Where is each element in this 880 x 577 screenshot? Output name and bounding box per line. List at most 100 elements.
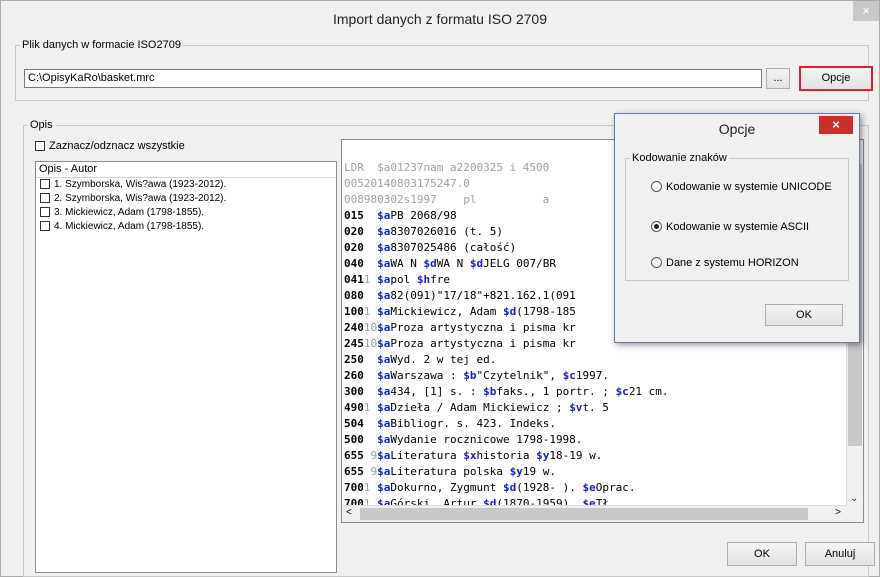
checkbox-icon[interactable]	[40, 221, 50, 232]
radio-unicode[interactable]: Kodowanie w systemie UNICODE	[651, 180, 832, 193]
marc-subfield-code: $a	[377, 369, 391, 382]
marc-text: 1	[363, 273, 378, 286]
marc-subfield-code: $a	[377, 465, 391, 478]
marc-subfield-code: $a	[377, 353, 391, 366]
list-item[interactable]: 2. Szymborska, Wis?awa (1923-2012).	[36, 192, 336, 206]
marc-text: historia	[476, 449, 537, 462]
marc-line: 250 $aWyd. 2 w tej ed.	[344, 352, 669, 368]
checkbox-icon[interactable]	[40, 207, 50, 218]
marc-tag: 260	[344, 369, 378, 382]
marc-subfield-code: $a	[377, 209, 391, 222]
checkbox-icon[interactable]	[35, 141, 45, 152]
marc-text: t. 5	[582, 401, 609, 414]
close-icon[interactable]: ×	[819, 116, 853, 134]
marc-line: 300 $a434, [1] s. : $bfaks., 1 portr. ; …	[344, 384, 669, 400]
marc-tag: 500	[344, 433, 378, 446]
marc-text: 1997.	[575, 369, 609, 382]
marc-text: 008980302s1997 pl a	[344, 193, 550, 206]
marc-subfield-code: $a	[377, 433, 391, 446]
marc-subfield-code: $a	[377, 241, 391, 254]
radio-icon[interactable]	[651, 180, 662, 192]
marc-text: 1	[363, 481, 378, 494]
file-group: Plik danych w formacie ISO2709 C:\OpisyK…	[15, 39, 873, 101]
marc-subfield-code: $d	[469, 257, 484, 270]
options-ok-button[interactable]: OK	[765, 304, 843, 326]
description-group-label: Opis	[30, 119, 53, 131]
marc-text: Warszawa :	[390, 369, 464, 382]
radio-icon[interactable]	[651, 256, 662, 268]
marc-subfield-code: $a	[377, 481, 391, 494]
marc-tag: 490	[344, 401, 364, 414]
marc-text: 8307025486 (całość)	[390, 241, 517, 254]
marc-text: 1	[363, 305, 378, 318]
marc-tag: 020	[344, 225, 378, 238]
marc-subfield-code: $d	[423, 257, 437, 270]
marc-tag: 700	[344, 481, 364, 494]
horizontal-scrollbar[interactable]: < >	[342, 505, 847, 522]
marc-subfield-code: $d	[502, 305, 517, 318]
marc-text: 8307026016 (t. 5)	[390, 225, 503, 238]
marc-subfield-code: $a	[377, 385, 391, 398]
marc-subfield-code: $d	[502, 481, 517, 494]
marc-text: Dokurno, Zygmunt	[390, 481, 503, 494]
list-item[interactable]: 1. Szymborska, Wis?awa (1923-2012).	[36, 178, 336, 192]
close-icon[interactable]: ×	[853, 1, 879, 21]
marc-text: (1798-185	[516, 305, 576, 318]
file-path-input[interactable]: C:\OpisyKaRo\basket.mrc	[24, 69, 762, 88]
file-group-label: Plik danych w formacie ISO2709	[22, 39, 181, 51]
marc-text: 10	[363, 321, 378, 334]
marc-text: 434, [1] s. :	[390, 385, 484, 398]
marc-subfield-code: $a	[377, 321, 391, 334]
marc-line: 260 $aWarszawa : $b"Czytelnik", $c1997.	[344, 368, 669, 384]
marc-text: WA N	[436, 257, 470, 270]
marc-subfield-code: $v	[569, 401, 583, 414]
radio-selected-icon[interactable]	[651, 220, 662, 232]
scroll-right-icon[interactable]: >	[835, 507, 841, 518]
marc-text: WA N	[390, 257, 424, 270]
import-window: Import danych z formatu ISO 2709 × Plik …	[0, 0, 880, 577]
author-list[interactable]: Opis - Autor 1. Szymborska, Wis?awa (192…	[35, 161, 337, 573]
marc-text: 00520140803175247.0	[344, 177, 470, 190]
radio-horizon[interactable]: Dane z systemu HORIZON	[651, 256, 799, 269]
marc-text: (1928- ).	[516, 481, 583, 494]
scroll-left-icon[interactable]: <	[346, 507, 352, 518]
marc-tag: 100	[344, 305, 364, 318]
marc-text: 1	[363, 401, 378, 414]
marc-tag: 240	[344, 321, 364, 334]
marc-tag: 015	[344, 209, 378, 222]
marc-text: Wydanie rocznicowe 1798-1998.	[390, 433, 583, 446]
select-all-checkbox[interactable]: Zaznacz/odznacz wszystkie	[35, 140, 185, 152]
marc-tag: 245	[344, 337, 364, 350]
marc-tag: 504	[344, 417, 378, 430]
marc-text: fre	[430, 273, 450, 286]
radio-ascii[interactable]: Kodowanie w systemie ASCII	[651, 220, 809, 233]
marc-line: 7001 $aDokurno, Zygmunt $d(1928- ). $eOp…	[344, 480, 669, 496]
marc-text: Bibliogr. s. 423. Indeks.	[390, 417, 556, 430]
marc-text: PB 2068/98	[390, 209, 457, 222]
browse-button[interactable]: ...	[766, 68, 790, 89]
marc-tag: 250	[344, 353, 378, 366]
marc-subfield-code: $a	[377, 257, 391, 270]
marc-text: Wyd. 2 w tej ed.	[390, 353, 497, 366]
marc-text: 21 cm.	[628, 385, 669, 398]
marc-subfield-code: $a	[377, 273, 391, 286]
options-dialog: Opcje × Kodowanie znaków Kodowanie w sys…	[614, 113, 860, 343]
checkbox-icon[interactable]	[40, 179, 50, 190]
marc-tag: 655	[344, 449, 371, 462]
list-item[interactable]: 3. Mickiewicz, Adam (1798-1855).	[36, 206, 336, 220]
marc-text: Dzieła / Adam Mickiewicz ;	[390, 401, 570, 414]
marc-text: Literatura	[390, 449, 464, 462]
scroll-down-icon[interactable]: ⌄	[850, 493, 858, 504]
marc-line: 4901 $aDzieła / Adam Mickiewicz ; $vt. 5	[344, 400, 669, 416]
marc-tag: 080	[344, 289, 378, 302]
marc-subfield-code: $a	[377, 417, 391, 430]
marc-line: 500 $aWydanie rocznicowe 1798-1998.	[344, 432, 669, 448]
horizontal-scroll-thumb[interactable]	[360, 508, 808, 520]
cancel-button[interactable]: Anuluj	[805, 542, 875, 566]
options-button[interactable]: Opcje	[799, 66, 873, 91]
ok-button[interactable]: OK	[727, 542, 797, 566]
list-item[interactable]: 4. Mickiewicz, Adam (1798-1855).	[36, 220, 336, 234]
marc-subfield-code: $b	[483, 385, 497, 398]
checkbox-icon[interactable]	[40, 193, 50, 204]
window-title: Import danych z formatu ISO 2709	[333, 11, 547, 27]
